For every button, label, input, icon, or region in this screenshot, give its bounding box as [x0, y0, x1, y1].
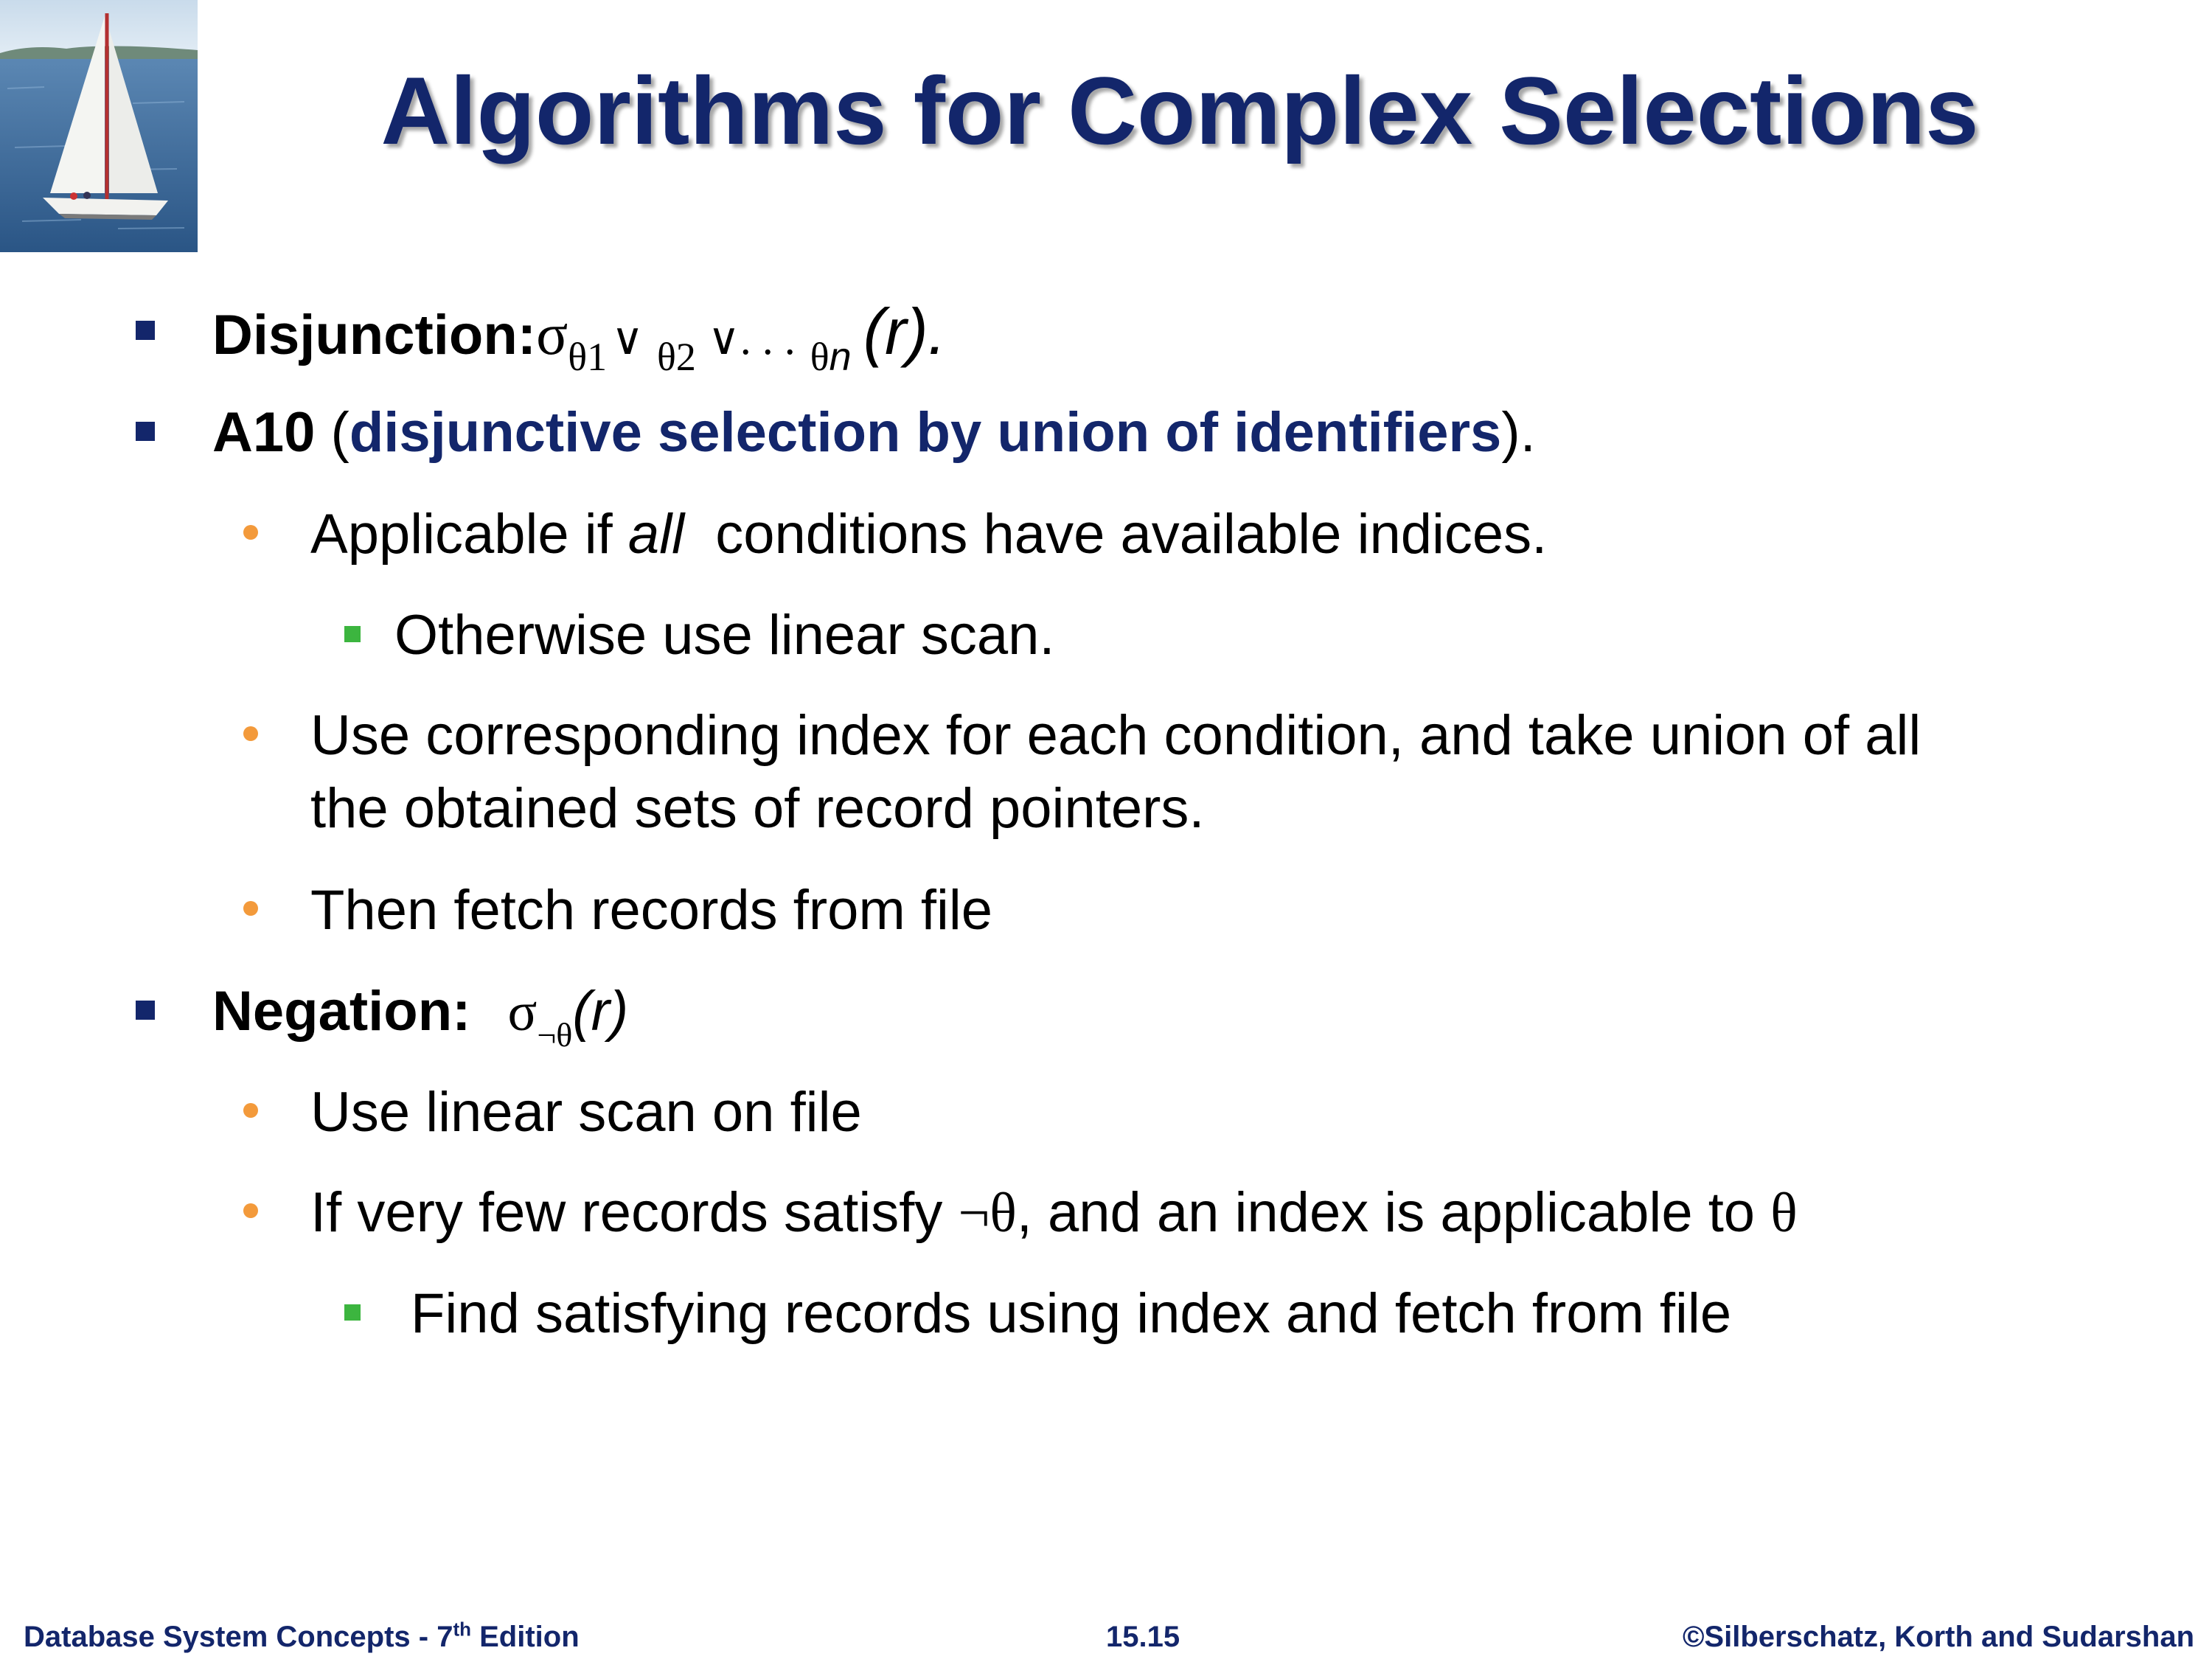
square-bullet-icon: [136, 422, 155, 441]
few-records-mid: , and an index is applicable to: [1016, 1181, 1771, 1244]
or-symbol-1: ∨: [611, 315, 644, 364]
round-bullet-icon: [243, 525, 258, 540]
footer-left-pre: Database System Concepts - 7: [24, 1621, 453, 1653]
green-square-bullet-icon: [344, 626, 361, 642]
theta2-subscript: θ2: [657, 335, 696, 379]
bullet-negation: Negation: σ¬θ(r): [136, 978, 629, 1054]
thetan-subscript: θ: [810, 335, 830, 379]
disjunction-label: Disjunction:: [212, 304, 537, 366]
bullet-otherwise: Otherwise use linear scan.: [344, 602, 1055, 669]
a10-label: A10: [212, 401, 316, 464]
round-bullet-icon: [243, 726, 258, 741]
a10-close-paren: ).: [1501, 401, 1536, 464]
bullet-use-index-cont: the obtained sets of record pointers.: [310, 776, 1205, 842]
sigma-symbol: σ: [536, 302, 568, 367]
applicable-all: all: [627, 503, 684, 566]
bullet-disjunction: Disjunction:σθ1 ∨ θ2 ∨. . . θn (r).: [136, 299, 946, 379]
use-index-line1: Use corresponding index for each conditi…: [310, 704, 1921, 767]
footer-left-sup: th: [453, 1618, 471, 1641]
negation-sigma: σ: [507, 982, 538, 1043]
footer-left-post: Edition: [471, 1621, 580, 1653]
square-bullet-icon: [136, 321, 155, 340]
round-bullet-icon: [243, 1103, 258, 1118]
footer-page-number: 15.15: [1106, 1621, 1180, 1653]
theta1-subscript: θ1: [568, 335, 608, 379]
linear-scan-text: Use linear scan on file: [310, 1081, 862, 1144]
otherwise-text: Otherwise use linear scan.: [394, 604, 1055, 667]
round-bullet-icon: [243, 901, 258, 916]
footer-book-title: Database System Concepts - 7th Edition: [24, 1618, 580, 1655]
bullet-applicable: Applicable if all conditions have availa…: [243, 501, 1548, 568]
thetan-n: n: [829, 335, 852, 379]
bullet-then-fetch: Then fetch records from file: [243, 877, 993, 944]
negation-subscript: ¬θ: [537, 1016, 573, 1054]
disjunction-relation: (r).: [863, 295, 947, 368]
then-fetch-text: Then fetch records from file: [310, 879, 993, 942]
square-bullet-icon: [136, 1001, 155, 1020]
theta-symbol: θ: [1770, 1182, 1798, 1244]
use-index-line2: the obtained sets of record pointers.: [310, 777, 1205, 840]
a10-description: disjunctive selection by union of identi…: [349, 401, 1502, 464]
few-records-pre: If very few records satisfy: [310, 1181, 959, 1244]
footer-copyright: ©Silberschatz, Korth and Sudarshan: [1682, 1621, 2194, 1653]
round-bullet-icon: [243, 1203, 258, 1218]
negation-label: Negation:: [212, 980, 471, 1043]
applicable-post: conditions have available indices.: [684, 503, 1548, 566]
bullet-few-records: If very few records satisfy ¬θ, and an i…: [243, 1180, 1798, 1246]
a10-open-paren: (: [315, 401, 349, 464]
negation-relation: (r): [572, 980, 629, 1043]
bullet-find-satisfying: Find satisfying records using index and …: [344, 1281, 1732, 1347]
find-satisfying-text: Find satisfying records using index and …: [411, 1282, 1732, 1345]
bullet-a10: A10 (disjunctive selection by union of i…: [136, 400, 1536, 466]
bullet-use-index: Use corresponding index for each conditi…: [243, 703, 1921, 769]
not-theta-symbol: ¬θ: [958, 1182, 1017, 1244]
slide-title: Algorithms for Complex Selections: [380, 57, 1979, 164]
sailboat-logo: [0, 0, 198, 252]
applicable-pre: Applicable if: [310, 503, 628, 566]
bullet-linear-scan: Use linear scan on file: [243, 1079, 862, 1146]
green-square-bullet-icon: [344, 1304, 361, 1321]
or-symbol-2: ∨. . .: [707, 315, 796, 364]
